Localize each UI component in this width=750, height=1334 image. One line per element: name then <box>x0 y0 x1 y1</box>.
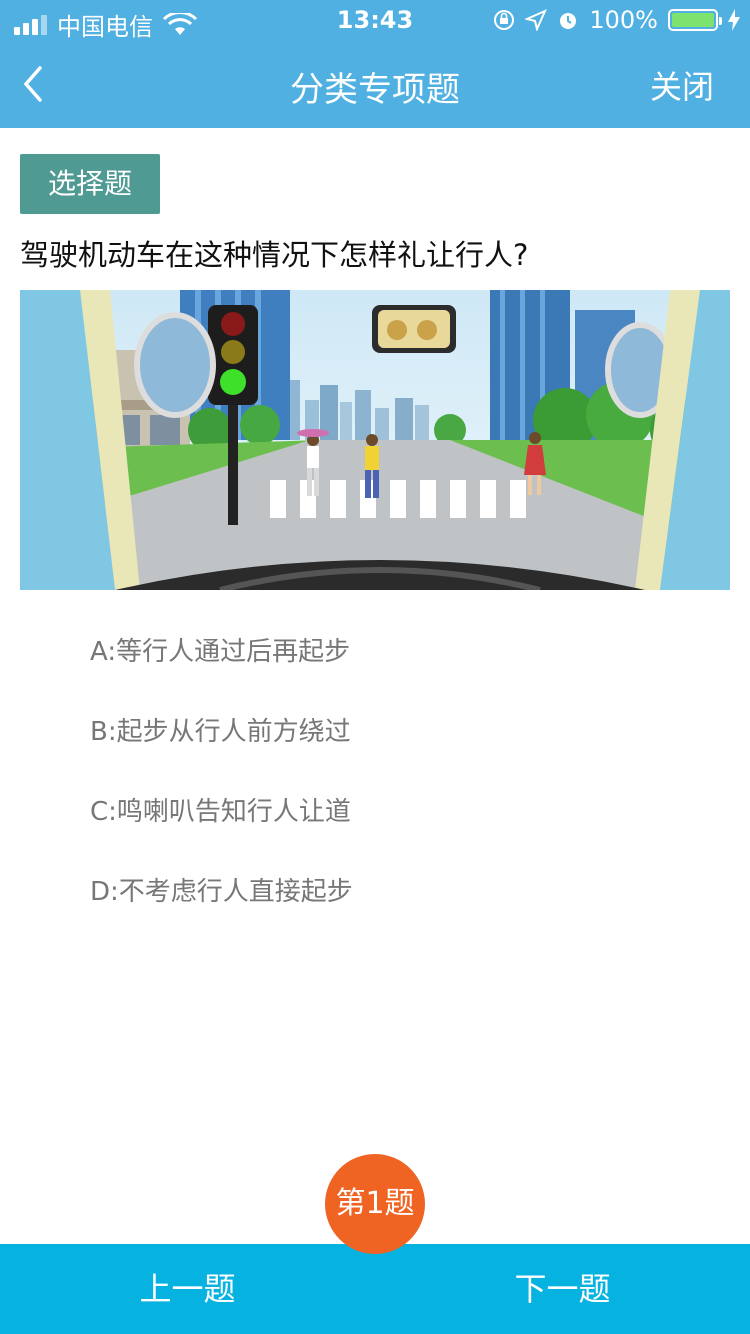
battery-icon <box>668 9 722 31</box>
header: 中国电信 13:43 100% 分类专项题 关闭 <box>0 0 750 128</box>
option-d[interactable]: D:不考虑行人直接起步 <box>90 870 690 950</box>
prev-question-button[interactable]: 上一题 <box>0 1244 375 1334</box>
option-c[interactable]: C:鸣喇叭告知行人让道 <box>90 790 690 870</box>
question-number-badge[interactable]: 第1题 <box>325 1154 425 1254</box>
option-b[interactable]: B:起步从行人前方绕过 <box>90 710 690 790</box>
charging-bolt-icon <box>728 9 740 31</box>
page-title: 分类专项题 <box>290 70 460 110</box>
close-button[interactable]: 关闭 <box>650 62 714 108</box>
orientation-lock-icon <box>494 10 515 30</box>
next-question-button[interactable]: 下一题 <box>375 1244 750 1334</box>
status-bar: 中国电信 13:43 100% <box>0 0 750 41</box>
answer-options: A:等行人通过后再起步 B:起步从行人前方绕过 C:鸣喇叭告知行人让道 D:不考… <box>90 630 690 950</box>
battery-level-fill <box>672 13 714 27</box>
alarm-icon <box>560 13 577 29</box>
bottom-nav-bar: 上一题 下一题 <box>0 1244 750 1334</box>
location-arrow-icon <box>525 9 548 31</box>
battery-percent: 100% <box>589 6 658 34</box>
option-a[interactable]: A:等行人通过后再起步 <box>90 630 690 710</box>
question-type-badge: 选择题 <box>20 154 160 214</box>
nav-bar: 分类专项题 关闭 <box>0 40 750 128</box>
question-text: 驾驶机动车在这种情况下怎样礼让行人? <box>20 238 529 272</box>
question-illustration <box>20 290 730 590</box>
status-bar-right: 100% <box>493 6 740 34</box>
